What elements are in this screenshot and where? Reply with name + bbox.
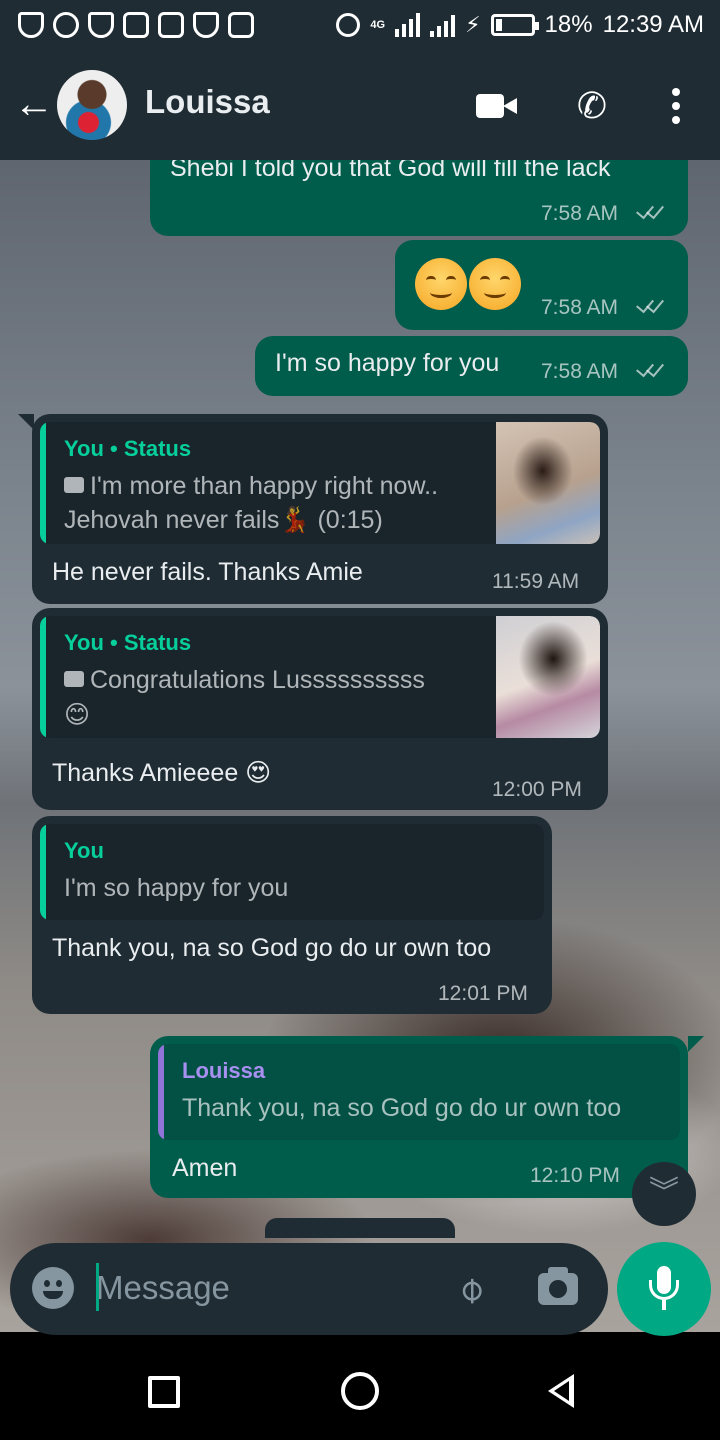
- gmail-icon: [158, 12, 184, 38]
- video-camera-icon[interactable]: [476, 92, 518, 120]
- battery-icon: [490, 14, 539, 36]
- phone-icon[interactable]: ✆: [572, 86, 612, 126]
- outgoing-message[interactable]: I'm so happy for you 7:58 AM: [255, 336, 688, 396]
- status-thumbnail[interactable]: [496, 422, 600, 544]
- message-time: 7:58 AM: [541, 296, 619, 319]
- message-time: 12:10 PM: [530, 1164, 620, 1187]
- double-check-icon: [636, 358, 670, 378]
- smiling-face-emoji: [415, 258, 467, 310]
- message-composer: ⌀: [10, 1243, 608, 1335]
- chat-header: ← Louissa ✆: [0, 56, 720, 160]
- recent-apps-icon[interactable]: [148, 1376, 180, 1408]
- message-time: 12:01 PM: [438, 982, 528, 1005]
- notification-icons: [18, 12, 254, 38]
- video-icon: [64, 477, 84, 494]
- message-text: Shebi I told you that God will fill the …: [170, 160, 611, 182]
- microphone-icon[interactable]: [617, 1242, 711, 1336]
- system-navigation-bar: [0, 1340, 720, 1440]
- quote-author: You • Status: [64, 630, 192, 655]
- double-chevron-down-icon[interactable]: ︾: [632, 1162, 696, 1226]
- quote-text: Congratulations Lussssssssss: [64, 666, 425, 695]
- signal-icon: [395, 13, 421, 37]
- image-icon: [228, 12, 254, 38]
- image-icon: [64, 671, 84, 688]
- signal-icon: [430, 13, 456, 37]
- alarm-icon: [336, 13, 361, 37]
- double-check-icon: [636, 294, 670, 314]
- quote-author: Louissa: [182, 1058, 266, 1083]
- quoted-message[interactable]: Louissa Thank you, na so God go do ur ow…: [158, 1044, 680, 1140]
- avatar[interactable]: [57, 70, 127, 140]
- more-vert-icon[interactable]: [668, 86, 684, 126]
- network-type: 4G: [370, 19, 386, 31]
- incoming-message[interactable]: You • Status I'm more than happy right n…: [32, 414, 608, 604]
- outgoing-message[interactable]: 7:58 AM: [395, 240, 688, 330]
- status-thumbnail[interactable]: [496, 616, 600, 738]
- emoji-icon[interactable]: [32, 1267, 74, 1309]
- charging-icon: ⚡: [465, 12, 481, 37]
- camera-icon[interactable]: [538, 1267, 578, 1305]
- chat-area[interactable]: Shebi I told you that God will fill the …: [0, 160, 720, 1332]
- quoted-status[interactable]: You • Status Congratulations Lusssssssss…: [40, 616, 600, 738]
- contact-name[interactable]: Louissa: [145, 83, 270, 121]
- back-triangle-icon[interactable]: [548, 1374, 574, 1408]
- quote-author: You • Status: [64, 436, 192, 461]
- text-cursor: [96, 1263, 99, 1311]
- gmail-icon: [123, 12, 149, 38]
- quoted-status[interactable]: You • Status I'm more than happy right n…: [40, 422, 600, 544]
- chat-notification-icon: [53, 12, 79, 38]
- message-text: Thanks Amieeee 😍: [52, 759, 272, 787]
- incoming-message[interactable]: You • Status Congratulations Lusssssssss…: [32, 608, 608, 810]
- quote-text: Thank you, na so God go do ur own too: [182, 1094, 622, 1122]
- incoming-message[interactable]: You I'm so happy for you Thank you, na s…: [32, 816, 552, 1014]
- outgoing-message[interactable]: Louissa Thank you, na so God go do ur ow…: [150, 1036, 688, 1198]
- message-time: 12:00 PM: [492, 778, 582, 801]
- battery-percent: 18%: [544, 11, 593, 38]
- system-indicators: 4G ⚡ 18% 12:39 AM: [336, 11, 704, 39]
- status-bar: 4G ⚡ 18% 12:39 AM: [0, 0, 720, 56]
- message-time: 7:58 AM: [541, 202, 619, 225]
- quoted-message[interactable]: You I'm so happy for you: [40, 824, 544, 920]
- home-icon[interactable]: [341, 1372, 379, 1410]
- message-text: Thank you, na so God go do ur own too: [52, 934, 492, 962]
- quote-text-line2: 😊: [64, 701, 91, 729]
- message-input[interactable]: [96, 1263, 436, 1313]
- quote-text: I'm more than happy right now..: [64, 472, 438, 501]
- message-time: 7:58 AM: [541, 360, 619, 383]
- drag-handle[interactable]: [265, 1218, 455, 1238]
- message-text: Amen: [172, 1154, 238, 1182]
- quote-text: I'm so happy for you: [64, 874, 289, 902]
- double-check-icon: [636, 200, 670, 220]
- message-time: 11:59 AM: [492, 570, 580, 593]
- bubble-tail: [688, 1036, 704, 1052]
- outgoing-message[interactable]: Shebi I told you that God will fill the …: [150, 160, 688, 236]
- quote-author: You: [64, 838, 104, 863]
- quote-text-line2: Jehovah never fails💃 (0:15): [64, 506, 383, 534]
- message-text: He never fails. Thanks Amie: [52, 558, 363, 586]
- shield-icon: [88, 12, 114, 38]
- paperclip-icon[interactable]: ⌀: [439, 1258, 501, 1320]
- message-text: I'm so happy for you: [275, 349, 500, 377]
- arrow-left-icon[interactable]: ←: [14, 82, 54, 126]
- vpn-shield-icon: [193, 12, 219, 38]
- clock: 12:39 AM: [602, 11, 704, 38]
- smiling-face-emoji: [469, 258, 521, 310]
- shield-check-icon: [18, 12, 44, 38]
